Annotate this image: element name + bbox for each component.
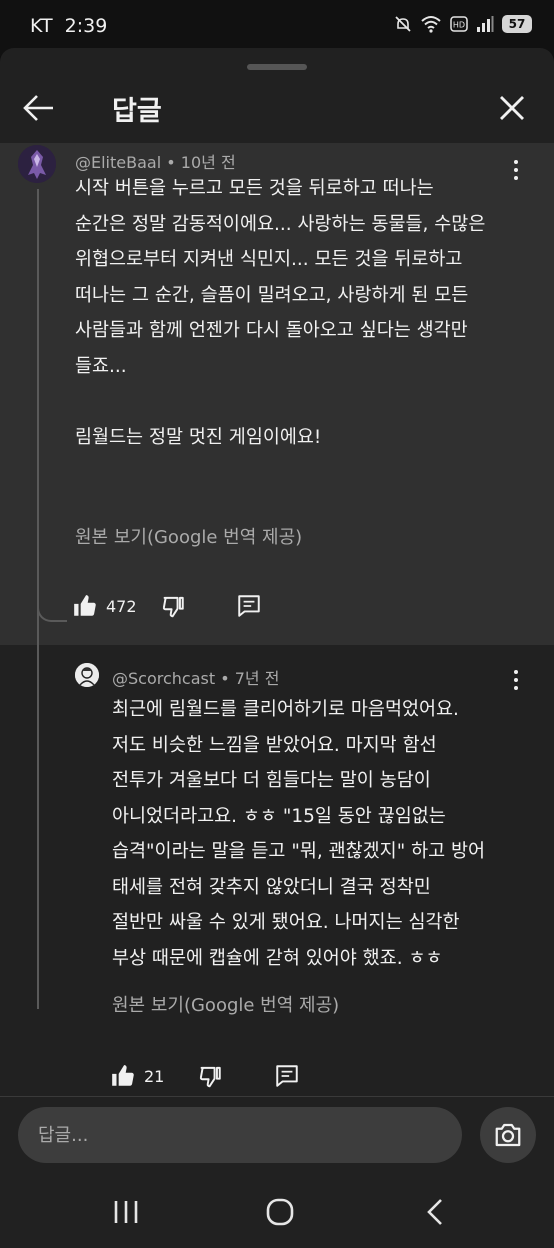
author-name[interactable]: @EliteBaal — [75, 153, 161, 172]
reply-comment: @Scorchcast • 7년 전 최근에 림월드를 클리어하기로 마음먹었어… — [0, 645, 554, 1095]
recents-icon — [114, 1201, 138, 1223]
sheet-header: 답글 — [0, 76, 554, 142]
view-original-link[interactable]: 원본 보기(Google 번역 제공) — [112, 991, 339, 1017]
thread-connector-curve — [37, 596, 67, 622]
status-carrier-time: KT 2:39 — [30, 15, 107, 37]
more-vertical-icon — [514, 160, 518, 164]
camera-icon — [495, 1123, 521, 1147]
svg-text:HD: HD — [453, 21, 465, 30]
author-name[interactable]: @Scorchcast — [112, 669, 215, 688]
avatar-image — [18, 145, 56, 183]
nav-back-icon — [427, 1199, 442, 1225]
comment-age: 10년 전 — [180, 153, 236, 172]
thumb-down-icon — [199, 1066, 221, 1088]
reply-button[interactable] — [236, 593, 262, 619]
separator-dot: • — [166, 153, 181, 172]
parent-comment: @EliteBaal • 10년 전 시작 버튼을 누르고 모든 것을 뒤로하고… — [0, 143, 554, 645]
nav-back-button[interactable] — [415, 1192, 455, 1232]
mute-icon — [395, 16, 411, 32]
battery-indicator: 57 — [502, 15, 532, 33]
comment-author-line: @EliteBaal • 10년 전 — [75, 149, 236, 173]
back-button[interactable] — [20, 88, 60, 128]
home-icon — [266, 1198, 294, 1226]
comment-text: 시작 버튼을 누르고 모든 것을 뒤로하고 떠나는 순간은 정말 감동적이에요.… — [75, 178, 486, 448]
clock: 2:39 — [64, 15, 108, 37]
reply-composer — [0, 1096, 554, 1174]
avatar[interactable] — [18, 145, 56, 183]
page-title: 답글 — [112, 96, 162, 127]
like-count: 472 — [106, 596, 137, 616]
separator-dot: • — [220, 669, 235, 688]
signal-icon — [477, 16, 494, 32]
reply-input[interactable] — [18, 1107, 462, 1163]
like-button[interactable]: 21 — [110, 1063, 164, 1089]
comment-author-line: @Scorchcast • 7년 전 — [112, 665, 279, 689]
hd-icon: HD — [450, 16, 468, 32]
comment-text: 최근에 림월드를 클리어하기로 마음먹었어요. 저도 비슷한 느낌을 받았어요.… — [112, 699, 486, 969]
carrier-label: KT — [30, 15, 53, 37]
more-vertical-icon — [514, 670, 518, 674]
close-button[interactable] — [492, 88, 532, 128]
camera-button[interactable] — [480, 1107, 536, 1163]
thumb-up-icon — [112, 1065, 134, 1086]
comment-icon — [238, 595, 260, 617]
view-original-link[interactable]: 원본 보기(Google 번역 제공) — [75, 523, 302, 549]
thumb-up-icon — [74, 595, 96, 616]
home-button[interactable] — [260, 1192, 300, 1232]
thumb-down-icon — [162, 596, 184, 618]
reply-button[interactable] — [274, 1063, 300, 1089]
drag-handle[interactable] — [247, 64, 307, 70]
replies-sheet: 답글 @EliteBaal • 10년 전 시작 버튼을 누르고 모든 것을 뒤… — [0, 48, 554, 1248]
status-icons: HD 57 — [394, 15, 532, 33]
avatar[interactable] — [75, 663, 99, 687]
avatar-image — [75, 663, 99, 687]
comment-icon — [276, 1065, 298, 1087]
recents-button[interactable] — [106, 1192, 146, 1232]
like-count: 21 — [144, 1066, 165, 1086]
dislike-button[interactable] — [160, 593, 186, 619]
wifi-icon — [421, 16, 441, 33]
arrow-left-icon — [23, 95, 53, 121]
more-options-button[interactable] — [504, 665, 528, 695]
comment-age: 7년 전 — [234, 669, 280, 688]
system-nav-bar — [0, 1174, 554, 1248]
like-button[interactable]: 472 — [72, 593, 137, 619]
dislike-button[interactable] — [197, 1063, 223, 1089]
close-icon — [500, 96, 524, 120]
